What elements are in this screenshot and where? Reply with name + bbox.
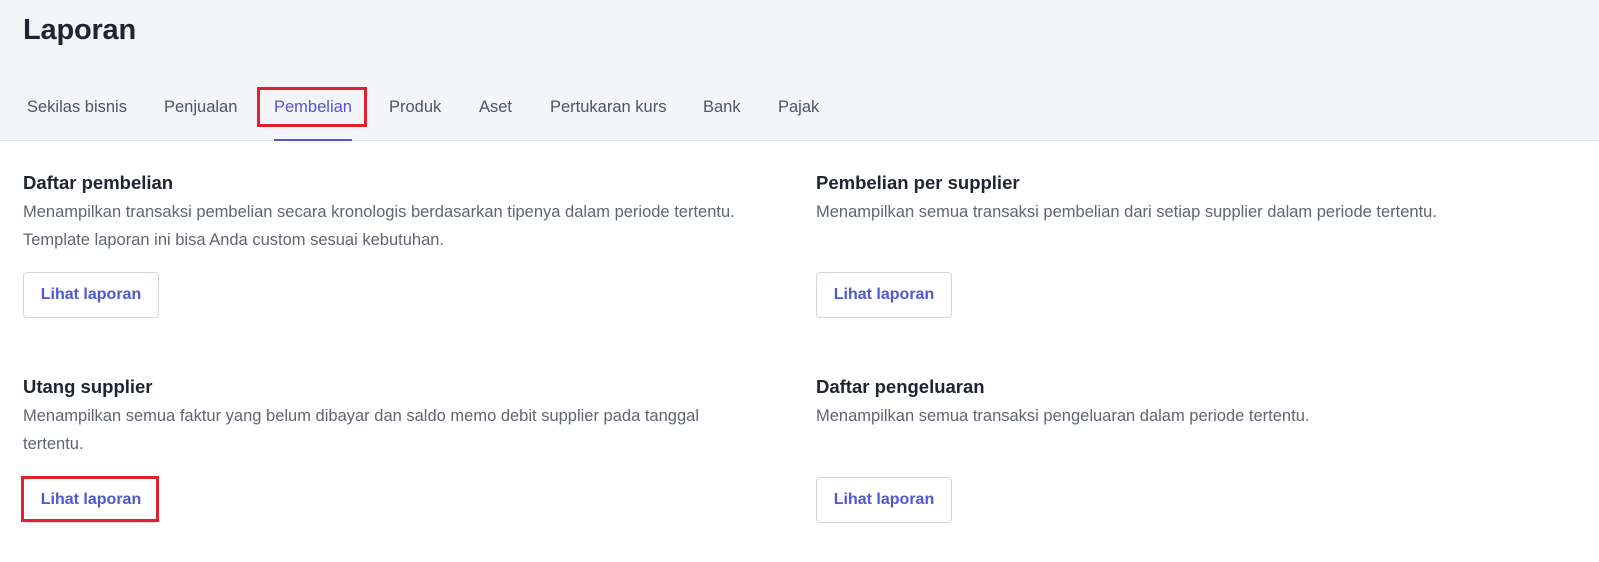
tab-pertukaran-kurs[interactable]: Pertukaran kurs bbox=[550, 84, 666, 141]
tab-produk[interactable]: Produk bbox=[389, 84, 441, 141]
tab-pajak[interactable]: Pajak bbox=[778, 84, 819, 141]
report-title: Daftar pembelian bbox=[23, 172, 174, 193]
tab-penjualan[interactable]: Penjualan bbox=[164, 84, 237, 141]
report-tabs: Sekilas bisnis Penjualan Pembelian Produ… bbox=[0, 84, 900, 141]
tab-pembelian[interactable]: Pembelian bbox=[274, 84, 352, 141]
view-report-button-daftar-pengeluaran[interactable]: Lihat laporan bbox=[816, 477, 952, 523]
report-description: Menampilkan semua transaksi pembelian da… bbox=[816, 203, 1437, 221]
report-card-utang-supplier: Utang supplier Menampilkan semua faktur … bbox=[23, 376, 753, 458]
page-title: Laporan bbox=[23, 14, 136, 46]
report-card-pembelian-per-supplier: Pembelian per supplier Menampilkan semua… bbox=[816, 172, 1556, 226]
report-description: Menampilkan semua faktur yang belum diba… bbox=[23, 407, 699, 453]
report-title: Daftar pengeluaran bbox=[816, 376, 985, 397]
tab-bank[interactable]: Bank bbox=[703, 84, 741, 141]
tab-aset[interactable]: Aset bbox=[479, 84, 512, 141]
page-header: Laporan Sekilas bisnis Penjualan Pembeli… bbox=[0, 0, 1599, 141]
view-report-button-daftar-pembelian[interactable]: Lihat laporan bbox=[23, 272, 159, 318]
report-card-daftar-pengeluaran: Daftar pengeluaran Menampilkan semua tra… bbox=[816, 376, 1556, 430]
report-title: Utang supplier bbox=[23, 376, 153, 397]
view-report-button-pembelian-per-supplier[interactable]: Lihat laporan bbox=[816, 272, 952, 318]
tab-sekilas-bisnis[interactable]: Sekilas bisnis bbox=[27, 84, 127, 141]
report-description: Menampilkan semua transaksi pengeluaran … bbox=[816, 407, 1310, 425]
report-description: Menampilkan transaksi pembelian secara k… bbox=[23, 203, 735, 249]
report-card-daftar-pembelian: Daftar pembelian Menampilkan transaksi p… bbox=[23, 172, 743, 254]
report-title: Pembelian per supplier bbox=[816, 172, 1020, 193]
view-report-button-utang-supplier[interactable]: Lihat laporan bbox=[23, 477, 159, 523]
